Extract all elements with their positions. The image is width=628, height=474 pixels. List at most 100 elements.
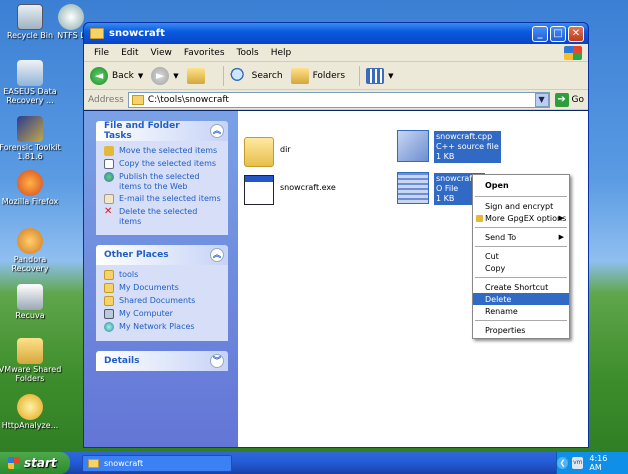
cpp-file-icon xyxy=(397,130,429,162)
forward-arrow-icon: ► xyxy=(151,66,170,85)
tray-expand-icon[interactable]: ❮ xyxy=(557,457,569,469)
desktop-icon-vmware[interactable]: VMware Shared Folders xyxy=(0,338,62,384)
minimize-button[interactable]: _ xyxy=(532,25,548,42)
back-button[interactable]: ◄ Back ▼ xyxy=(90,66,143,85)
menu-item-rename[interactable]: Rename xyxy=(473,305,569,317)
desktop-icon-httpanalyzer[interactable]: HttpAnalyze... xyxy=(0,394,62,431)
close-button[interactable]: ✕ xyxy=(568,25,584,42)
exe-window-icon xyxy=(244,175,274,205)
menu-view[interactable]: View xyxy=(145,48,178,58)
address-dropdown-button[interactable]: ▼ xyxy=(534,92,549,107)
desktop-icon-ftk[interactable]: Forensic Toolkit 1.81.6 xyxy=(0,116,62,162)
vmware-folder-icon xyxy=(17,338,43,364)
menu-divider xyxy=(475,320,567,321)
back-dropdown-icon[interactable]: ▼ xyxy=(138,72,143,80)
folder-icon xyxy=(104,270,114,281)
menu-edit[interactable]: Edit xyxy=(115,48,144,58)
vmware-tray-icon[interactable]: vm xyxy=(572,457,584,469)
address-input[interactable]: C:\tools\snowcraft xyxy=(127,91,550,108)
publish-web-icon xyxy=(104,172,114,182)
ftk-icon xyxy=(17,116,43,142)
delete-x-icon: ✕ xyxy=(104,206,113,218)
up-button[interactable] xyxy=(186,67,209,84)
menu-item-cut[interactable]: Cut xyxy=(473,250,569,262)
pandora-icon xyxy=(17,228,43,254)
context-menu: Open Sign and encrypt More GpgEX options… xyxy=(472,174,570,339)
search-icon xyxy=(229,67,248,84)
file-type: O File xyxy=(436,184,459,193)
menu-item-copy[interactable]: Copy xyxy=(473,262,569,274)
other-places-header[interactable]: Other Places ︽ xyxy=(96,245,228,266)
maximize-button[interactable]: □ xyxy=(550,25,566,42)
task-email[interactable]: E-mail the selected items xyxy=(104,194,222,205)
start-button[interactable]: start xyxy=(0,452,70,474)
menu-item-create-shortcut[interactable]: Create Shortcut xyxy=(473,281,569,293)
place-my-network-places[interactable]: My Network Places xyxy=(104,322,222,333)
task-delete[interactable]: ✕ Delete the selected items xyxy=(104,207,222,226)
taskbar: start snowcraft ❮ vm 4:16 AM xyxy=(0,452,628,474)
menu-item-send-to[interactable]: Send To ▶ xyxy=(473,231,569,243)
task-label: E-mail the selected items xyxy=(119,194,221,204)
forward-dropdown-icon[interactable]: ▼ xyxy=(173,72,178,80)
menu-divider xyxy=(475,227,567,228)
search-button[interactable]: Search xyxy=(229,67,283,84)
place-my-computer[interactable]: My Computer xyxy=(104,309,222,320)
desktop-icon-label: HttpAnalyze... xyxy=(1,421,59,430)
file-size: 1 KB xyxy=(436,152,455,161)
windows-logo-icon xyxy=(564,45,582,60)
firefox-icon xyxy=(17,170,43,196)
menu-item-properties[interactable]: Properties xyxy=(473,324,569,336)
place-label: My Network Places xyxy=(119,322,195,332)
details-header[interactable]: Details ︾ xyxy=(96,351,228,372)
views-dropdown-icon: ▼ xyxy=(388,71,394,80)
place-my-documents[interactable]: My Documents xyxy=(104,283,222,294)
menu-item-sign-encrypt[interactable]: Sign and encrypt xyxy=(473,200,569,212)
menu-favorites[interactable]: Favorites xyxy=(178,48,231,58)
details-panel: Details ︾ xyxy=(96,351,228,372)
email-icon xyxy=(104,194,114,205)
desktop-icon-easeus[interactable]: EASEUS Data Recovery ... xyxy=(0,60,62,106)
collapse-chevron-icon[interactable]: ︽ xyxy=(210,124,224,138)
back-arrow-icon: ◄ xyxy=(90,66,108,85)
start-label: start xyxy=(24,456,57,470)
menu-tools[interactable]: Tools xyxy=(231,48,265,58)
taskbar-button-snowcraft[interactable]: snowcraft xyxy=(82,454,232,472)
file-item-dir[interactable]: dir xyxy=(244,137,291,167)
task-label: Copy the selected items xyxy=(119,159,217,168)
search-label: Search xyxy=(251,70,283,81)
task-publish[interactable]: Publish the selected items to the Web xyxy=(104,172,222,191)
system-tray: ❮ vm 4:16 AM xyxy=(556,452,628,474)
desktop-icon-firefox[interactable]: Mozilla Firefox xyxy=(0,170,62,207)
file-item-cpp[interactable]: snowcraft.cpp C++ source file 1 KB xyxy=(397,130,501,163)
menu-item-delete[interactable]: Delete xyxy=(473,293,569,305)
file-details: snowcraft.cpp C++ source file 1 KB xyxy=(434,131,501,163)
desktop-icon-recuva[interactable]: Recuva xyxy=(0,284,62,321)
place-shared-documents[interactable]: Shared Documents xyxy=(104,296,222,307)
task-pane: File and Folder Tasks ︽ Move the selecte… xyxy=(84,111,238,447)
folder-icon xyxy=(90,28,104,39)
shared-documents-icon xyxy=(104,296,114,307)
collapse-chevron-icon[interactable]: ︽ xyxy=(210,248,224,263)
menu-item-open[interactable]: Open xyxy=(473,177,569,193)
task-move[interactable]: Move the selected items xyxy=(104,146,222,156)
folders-button[interactable]: Folders xyxy=(290,67,345,84)
forward-button[interactable]: ► ▼ xyxy=(151,66,179,85)
expand-chevron-icon[interactable]: ︾ xyxy=(210,354,224,369)
move-icon xyxy=(104,146,114,156)
menu-help[interactable]: Help xyxy=(265,48,298,58)
desktop-icon-label: EASEUS Data Recovery ... xyxy=(3,87,57,105)
menu-item-gpgex-options[interactable]: More GpgEX options ▶ xyxy=(473,212,569,224)
panel-title: File and Folder Tasks xyxy=(104,121,180,141)
task-copy[interactable]: Copy the selected items xyxy=(104,159,222,169)
file-folder-tasks-header[interactable]: File and Folder Tasks ︽ xyxy=(96,121,228,141)
title-bar[interactable]: snowcraft _ □ ✕ xyxy=(84,23,588,44)
views-button[interactable]: ▼ xyxy=(366,67,394,84)
submenu-arrow-icon: ▶ xyxy=(558,214,564,222)
file-item-exe[interactable]: snowcraft.exe xyxy=(244,175,336,205)
go-button[interactable]: ➔ Go xyxy=(554,92,584,107)
desktop-icon-pandora[interactable]: Pandora Recovery xyxy=(0,228,62,274)
menu-file[interactable]: File xyxy=(88,48,115,58)
place-tools[interactable]: tools xyxy=(104,270,222,281)
folder-icon xyxy=(131,94,144,105)
menu-bar: File Edit View Favorites Tools Help xyxy=(84,44,588,62)
